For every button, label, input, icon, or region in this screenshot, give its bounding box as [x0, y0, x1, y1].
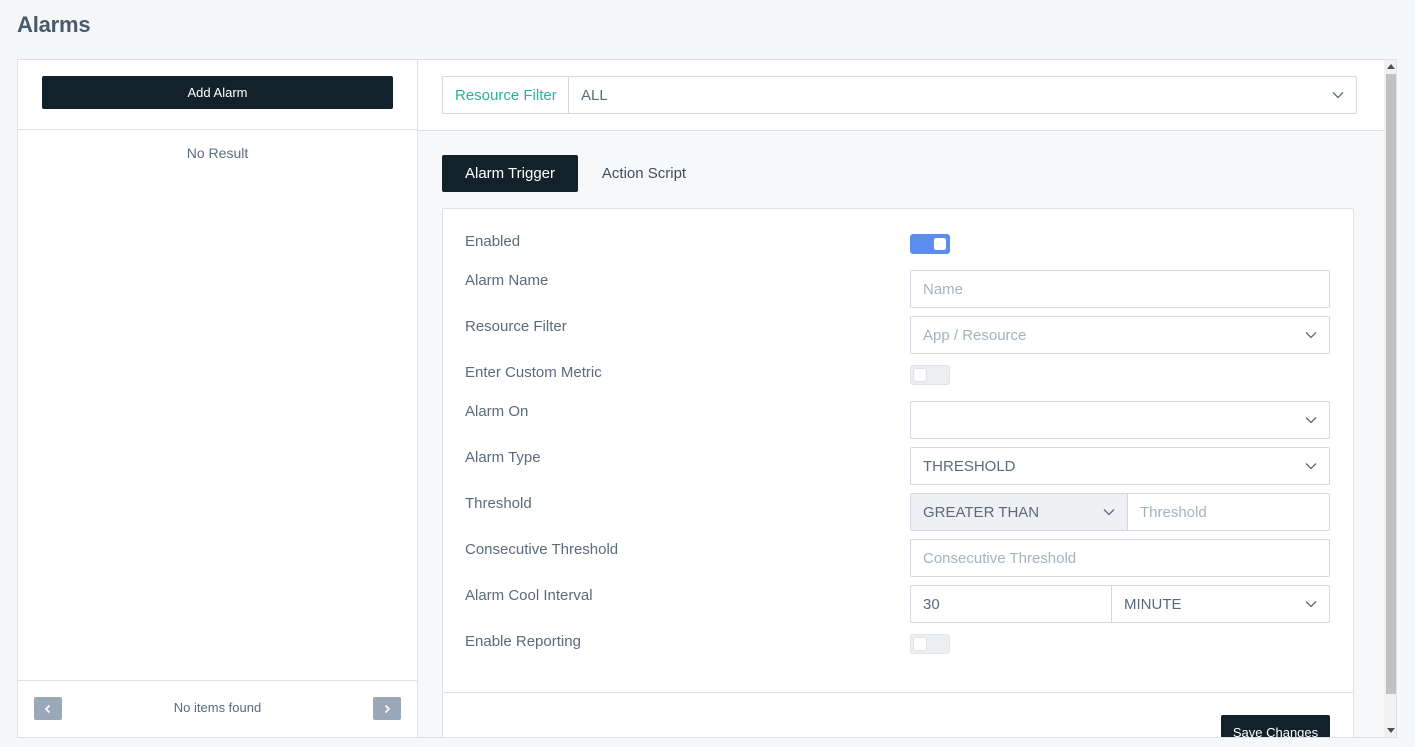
threshold-input[interactable]: Threshold — [1127, 493, 1330, 531]
alarm-on-label: Alarm On — [465, 403, 529, 420]
add-alarm-button[interactable]: Add Alarm — [42, 76, 393, 109]
scrollbar-thumb[interactable] — [1386, 74, 1396, 694]
filter-bar: Resource Filter ALL — [418, 60, 1384, 131]
chevron-down-icon — [1305, 417, 1317, 424]
chevron-down-icon — [1305, 601, 1317, 608]
alarm-detail-panel: Resource Filter ALL Alarm Trigger Action… — [418, 60, 1384, 737]
custom-metric-toggle[interactable] — [910, 365, 950, 385]
consecutive-threshold-placeholder: Consecutive Threshold — [923, 549, 1077, 567]
scroll-up-arrow-icon[interactable] — [1387, 64, 1395, 69]
cool-interval-label: Alarm Cool Interval — [465, 587, 593, 604]
divider — [18, 129, 417, 130]
threshold-operator-value: GREATER THAN — [923, 503, 1040, 521]
alarm-on-dropdown[interactable] — [910, 401, 1330, 439]
cool-interval-value: 30 — [923, 595, 940, 613]
alarm-name-label: Alarm Name — [465, 272, 549, 289]
consecutive-threshold-input[interactable]: Consecutive Threshold — [910, 539, 1330, 577]
resource-filter-select[interactable]: ALL — [569, 77, 1356, 113]
alarms-panel: Add Alarm No Result No items found Resou… — [17, 59, 1397, 738]
chevron-down-icon — [1103, 509, 1115, 516]
resource-filter: Resource Filter ALL — [442, 76, 1357, 114]
chevron-down-icon — [1332, 92, 1344, 99]
enabled-toggle[interactable] — [910, 234, 950, 254]
toggle-knob — [934, 238, 946, 250]
tab-action-script[interactable]: Action Script — [588, 155, 700, 192]
pagination-status: No items found — [173, 700, 262, 715]
alarm-name-placeholder: Name — [923, 280, 964, 298]
alarm-type-label: Alarm Type — [465, 449, 541, 466]
divider — [443, 692, 1353, 693]
cool-interval-unit-dropdown[interactable]: MINUTE — [1111, 585, 1330, 623]
alarm-type-value: THRESHOLD — [923, 457, 1016, 475]
scroll-down-arrow-icon[interactable] — [1387, 728, 1395, 733]
scrollbar[interactable] — [1384, 60, 1396, 737]
chevron-right-icon — [384, 704, 391, 713]
page-title: Alarms — [17, 12, 91, 37]
resource-filter-label: Resource Filter — [443, 77, 569, 113]
threshold-label: Threshold — [465, 495, 532, 512]
alarm-trigger-form: Enabled Alarm Name Name Resource Filter … — [442, 208, 1354, 737]
resource-filter-dropdown[interactable]: App / Resource — [910, 316, 1330, 354]
enable-reporting-label: Enable Reporting — [465, 633, 581, 650]
chevron-down-icon — [1305, 463, 1317, 470]
chevron-down-icon — [1305, 332, 1317, 339]
enabled-label: Enabled — [465, 233, 521, 250]
alarm-name-input[interactable]: Name — [910, 270, 1330, 308]
save-changes-button[interactable]: Save Changes — [1221, 715, 1330, 737]
enable-reporting-toggle[interactable] — [910, 634, 950, 654]
tab-alarm-trigger[interactable]: Alarm Trigger — [442, 155, 578, 192]
consecutive-threshold-label: Consecutive Threshold — [465, 541, 619, 558]
empty-list-text: No Result — [186, 145, 249, 161]
alarm-list-panel: Add Alarm No Result No items found — [18, 60, 418, 737]
cool-interval-unit: MINUTE — [1124, 595, 1182, 613]
cool-interval-input[interactable]: 30 — [910, 585, 1112, 623]
custom-metric-label: Enter Custom Metric — [465, 364, 602, 381]
resource-filter-placeholder: App / Resource — [923, 326, 1027, 344]
resource-filter-value: ALL — [581, 86, 608, 104]
toggle-knob — [914, 369, 926, 381]
resource-filter-field-label: Resource Filter — [465, 318, 567, 335]
threshold-placeholder: Threshold — [1140, 503, 1207, 521]
toggle-knob — [914, 638, 926, 650]
alarm-type-dropdown[interactable]: THRESHOLD — [910, 447, 1330, 485]
threshold-operator-dropdown[interactable]: GREATER THAN — [910, 493, 1128, 531]
pagination: No items found — [18, 680, 417, 737]
next-page-button[interactable] — [373, 697, 401, 720]
